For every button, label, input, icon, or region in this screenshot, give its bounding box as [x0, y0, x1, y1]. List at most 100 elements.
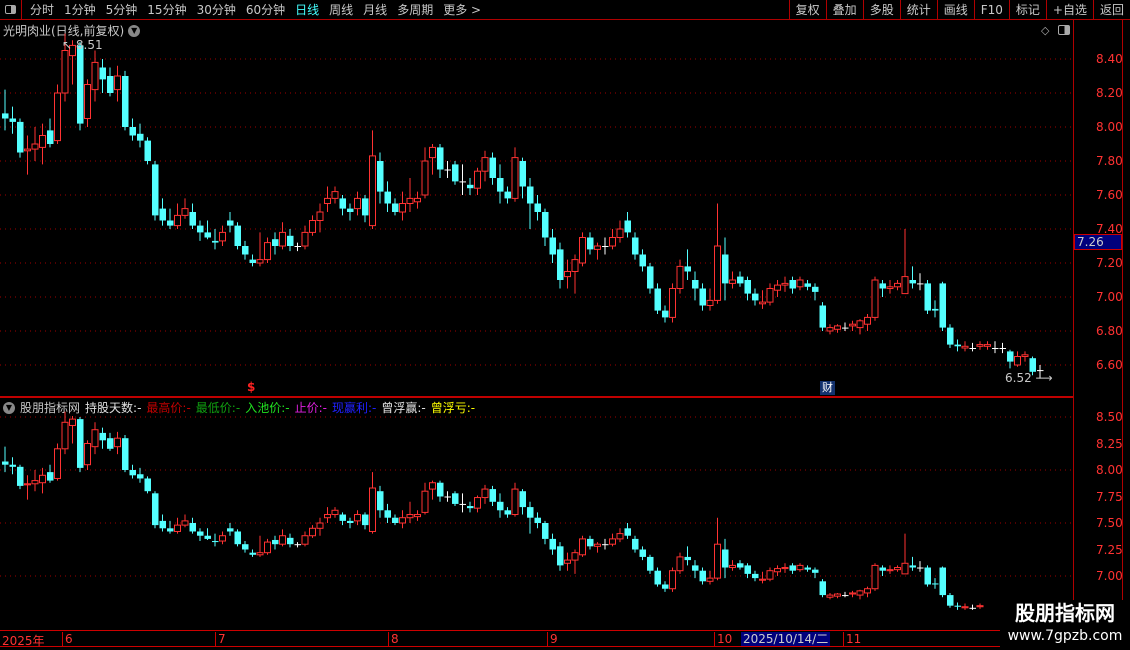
candle-down [204, 535, 211, 539]
candle-down [819, 305, 826, 328]
candle-down [234, 225, 241, 246]
candle-down [17, 466, 24, 486]
candle-down [452, 164, 459, 182]
candle-down [542, 523, 549, 539]
candle-down [639, 254, 646, 267]
date-label: 6 [62, 632, 73, 647]
candle-up [481, 488, 489, 499]
candle-down [662, 584, 669, 589]
candle-down [557, 249, 564, 280]
candle-up [609, 237, 616, 247]
candle-doji [842, 595, 849, 597]
candle-down [939, 283, 946, 328]
candle-up [976, 605, 984, 608]
indicator-field: 现赢利:- [332, 399, 376, 416]
candle-down [804, 283, 811, 287]
field-label: 曾浮赢: [381, 401, 422, 415]
dollar-marker[interactable]: $ [247, 380, 255, 394]
candle-down [107, 76, 114, 93]
candle-up [729, 279, 736, 284]
y-tick-label: 7.80 [1096, 154, 1123, 168]
candle-doji [842, 327, 849, 329]
toolbar-button[interactable]: 返回 [1092, 0, 1130, 20]
date-axis: 2025/10/14/二 2025年 6 7 8 9 10 11 [0, 630, 1122, 648]
chevron-down-icon[interactable]: ▼ [3, 401, 15, 414]
candle-down [77, 45, 84, 124]
candle-down [789, 280, 796, 289]
indicator-field: 止价:- [295, 399, 327, 416]
candle-up [571, 259, 579, 273]
y-tick-label: 7.50 [1096, 516, 1123, 530]
candle-up [24, 148, 31, 152]
candle-down [144, 140, 151, 161]
indicator-name[interactable]: 股朋指标网 [20, 399, 80, 416]
candle-up [174, 214, 181, 227]
candle-up [706, 577, 714, 582]
candle-up [886, 286, 894, 289]
candle-down [632, 237, 639, 255]
candle-down [122, 76, 129, 127]
candle-up [181, 208, 189, 216]
candle-up [316, 522, 324, 529]
candle-up [31, 480, 39, 485]
candle-up [871, 279, 879, 318]
candle-down [1029, 358, 1036, 372]
candle-down [189, 212, 196, 226]
panel-divider[interactable] [0, 396, 1073, 398]
candle-up [766, 288, 774, 303]
candle-up [864, 588, 871, 594]
candle-up [894, 282, 901, 288]
field-label: 最低价: [195, 401, 236, 415]
candle-up [24, 483, 31, 486]
logo-url: www.7gpzb.com [1007, 628, 1123, 644]
candle-up [579, 237, 586, 264]
candle-up [766, 570, 774, 580]
candle-down [189, 523, 196, 532]
y-tick-label: 8.25 [1096, 436, 1123, 451]
candle-down [227, 528, 234, 532]
candle-down [489, 157, 496, 178]
candle-down [47, 130, 54, 144]
candle-down [99, 432, 106, 441]
candle-down [549, 538, 556, 550]
finance-badge[interactable]: 财 [820, 381, 835, 395]
candle-down [287, 537, 294, 545]
candle-down [437, 482, 444, 497]
cursor-date: 2025/10/14/二 [741, 632, 831, 646]
candlestick-chart[interactable] [0, 0, 1073, 630]
candle-up [369, 487, 376, 532]
candle-up [616, 533, 624, 540]
candle-up [84, 84, 91, 119]
field-value: - [137, 401, 142, 415]
y-tick-label: 6.60 [1096, 358, 1123, 372]
candle-up [279, 231, 286, 247]
candle-up [279, 535, 286, 545]
candle-down [519, 491, 526, 508]
candle-down [384, 510, 391, 518]
candle-down [377, 161, 384, 192]
candle-down [954, 344, 961, 347]
candle-up [594, 245, 601, 250]
candle-up [331, 191, 339, 199]
candle-down [392, 517, 399, 523]
current-price-label: 7.26 [1074, 234, 1122, 250]
candle-up [39, 474, 46, 484]
candle-up [324, 514, 331, 519]
candle-down [534, 517, 541, 523]
candle-doji [602, 544, 609, 546]
candle-up [174, 524, 181, 532]
candle-up [399, 203, 406, 213]
candle-up [309, 220, 316, 233]
indicator-field: 最低价:- [196, 399, 240, 416]
candle-up [354, 197, 361, 210]
candle-up [961, 606, 969, 609]
date-label: 7 [215, 632, 226, 647]
date-label: 11 [843, 632, 861, 647]
candle-up [714, 245, 721, 301]
candle-up [61, 50, 69, 94]
candle-up [181, 520, 189, 526]
field-value: - [372, 401, 377, 415]
candle-up [834, 593, 841, 597]
candle-down [467, 506, 474, 509]
candle-down [737, 563, 744, 568]
